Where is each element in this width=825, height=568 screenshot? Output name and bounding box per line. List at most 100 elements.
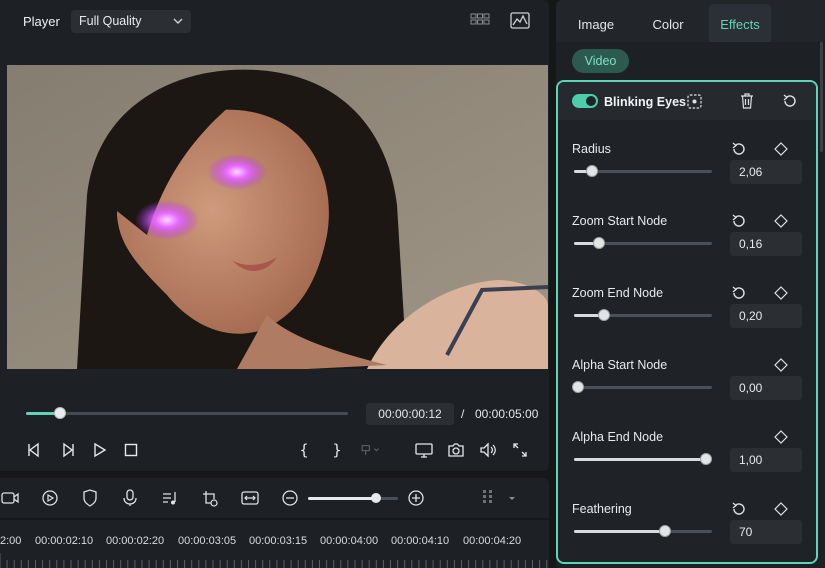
effect-card: Blinking Eyes Radius 2,06 Zoom Start Node 0… [556, 80, 818, 564]
effect-name: Blinking Eyes [604, 95, 686, 109]
ruler-label: 00:00:04:20 [463, 535, 522, 547]
slider-handle[interactable] [659, 525, 672, 537]
zoom-start-node-value[interactable]: 0,16 [730, 232, 802, 256]
trash-icon[interactable] [739, 93, 755, 109]
panel-tabs: Image Color Effects [556, 0, 825, 42]
progress-slider[interactable] [26, 407, 348, 419]
zoom-slider[interactable] [308, 493, 398, 503]
face-select-icon[interactable] [686, 93, 702, 109]
current-time-field[interactable]: 00:00:00:12 [366, 403, 454, 425]
current-time: 00:00:00:12 [378, 407, 442, 421]
panel-scrollbar[interactable] [820, 42, 823, 152]
audio-list-icon[interactable] [160, 488, 180, 508]
mark-in-icon[interactable]: { [294, 440, 314, 460]
zoom-start-node-slider[interactable] [574, 237, 712, 249]
param-alpha-end-node: Alpha End Node 1,00 [558, 430, 816, 496]
feathering-value[interactable]: 70 [730, 520, 802, 544]
alpha-end-node-value[interactable]: 1,00 [730, 448, 802, 472]
slider-handle[interactable] [585, 165, 598, 177]
stop-icon[interactable] [121, 440, 141, 460]
dropdown-icon[interactable] [502, 488, 522, 508]
time-separator: / [461, 407, 465, 421]
ruler-label: 00:00:02:10 [35, 535, 94, 547]
crop-icon[interactable] [240, 488, 260, 508]
tab-effects[interactable]: Effects [709, 4, 771, 42]
param-label: Feathering [572, 502, 632, 516]
reset-icon[interactable] [730, 140, 748, 158]
chevron-down-icon [173, 18, 183, 24]
fullscreen-icon[interactable] [510, 440, 530, 460]
reset-icon[interactable] [730, 500, 748, 518]
volume-icon[interactable] [478, 440, 498, 460]
zoom-out-icon[interactable] [280, 488, 300, 508]
keyframe-icon[interactable] [772, 140, 790, 158]
reset-icon[interactable] [730, 212, 748, 230]
keyframe-icon[interactable] [772, 212, 790, 230]
slider-handle[interactable] [572, 381, 585, 393]
grid-view-icon[interactable] [470, 13, 490, 29]
slider-handle[interactable] [700, 453, 713, 465]
slider-fill [574, 458, 707, 461]
player-header: Player Full Quality [0, 0, 549, 44]
ruler-label: 00:00:02:20 [106, 535, 165, 547]
ruler-label: 00:00:04:10 [391, 535, 450, 547]
reset-icon[interactable] [730, 284, 748, 302]
player-panel: Player Full Quality 00:00:00:12 / 00:00:… [0, 0, 549, 471]
total-time: 00:00:05:00 [475, 407, 539, 421]
keyframe-icon[interactable] [772, 284, 790, 302]
timeline-toolbar [0, 478, 549, 518]
slider-handle[interactable] [592, 237, 605, 249]
quality-dropdown[interactable]: Full Quality [71, 10, 191, 33]
display-icon[interactable] [414, 440, 434, 460]
param-label: Alpha Start Node [572, 358, 668, 372]
ruler-ticks [0, 553, 548, 568]
zoom-end-node-slider[interactable] [574, 309, 712, 321]
insert-marker-icon[interactable] [360, 440, 380, 460]
zoom-handle[interactable] [371, 493, 382, 503]
param-zoom-start-node: Zoom Start Node 0,16 [558, 214, 816, 280]
effect-toggle[interactable] [572, 94, 598, 108]
previous-frame-icon[interactable] [24, 440, 44, 460]
video-subtab[interactable]: Video [572, 49, 629, 73]
zoom-in-icon[interactable] [406, 488, 426, 508]
radius-value[interactable]: 2,06 [730, 160, 802, 184]
mask-shield-icon[interactable] [80, 488, 100, 508]
speed-icon[interactable] [40, 488, 60, 508]
properties-panel: Image Color Effects Video Blinking Eyes … [556, 0, 825, 568]
keyframe-icon[interactable] [772, 356, 790, 374]
ruler-label: 00:00:04:00 [320, 535, 379, 547]
alpha-start-node-slider[interactable] [572, 381, 712, 393]
mark-out-icon[interactable]: } [327, 440, 347, 460]
reset-all-icon[interactable] [782, 93, 798, 109]
param-label: Zoom Start Node [572, 214, 668, 228]
tab-color[interactable]: Color [640, 4, 696, 42]
slider-fill [574, 530, 666, 533]
alpha-start-node-value[interactable]: 0,00 [730, 376, 802, 400]
next-frame-icon[interactable] [58, 440, 78, 460]
param-alpha-start-node: Alpha Start Node 0,00 [558, 358, 816, 424]
playback-progress: 00:00:00:12 / 00:00:05:00 [0, 398, 549, 428]
grid-icon[interactable] [478, 488, 498, 508]
snapshot-icon[interactable] [446, 440, 466, 460]
param-zoom-end-node: Zoom End Node 0,20 [558, 286, 816, 352]
timeline-ruler[interactable]: 2:00 00:00:02:10 00:00:02:20 00:00:03:05… [0, 520, 549, 568]
scope-icon[interactable] [510, 12, 530, 30]
microphone-icon[interactable] [120, 488, 140, 508]
tab-image[interactable]: Image [568, 4, 624, 42]
slider-handle[interactable] [598, 309, 611, 321]
param-label: Zoom End Node [572, 286, 664, 300]
zoom-end-node-value[interactable]: 0,20 [730, 304, 802, 328]
feathering-slider[interactable] [574, 525, 712, 537]
ruler-label: 00:00:03:05 [178, 535, 237, 547]
quality-value: Full Quality [79, 14, 142, 28]
video-preview[interactable] [7, 65, 548, 369]
auto-reframe-icon[interactable] [200, 488, 220, 508]
keyframe-icon[interactable] [772, 500, 790, 518]
progress-handle[interactable] [53, 407, 66, 419]
add-media-icon[interactable] [0, 488, 20, 508]
play-icon[interactable] [90, 440, 110, 460]
keyframe-icon[interactable] [772, 428, 790, 446]
alpha-end-node-slider[interactable] [574, 453, 713, 465]
player-title: Player [23, 14, 60, 29]
radius-slider[interactable] [574, 165, 712, 177]
